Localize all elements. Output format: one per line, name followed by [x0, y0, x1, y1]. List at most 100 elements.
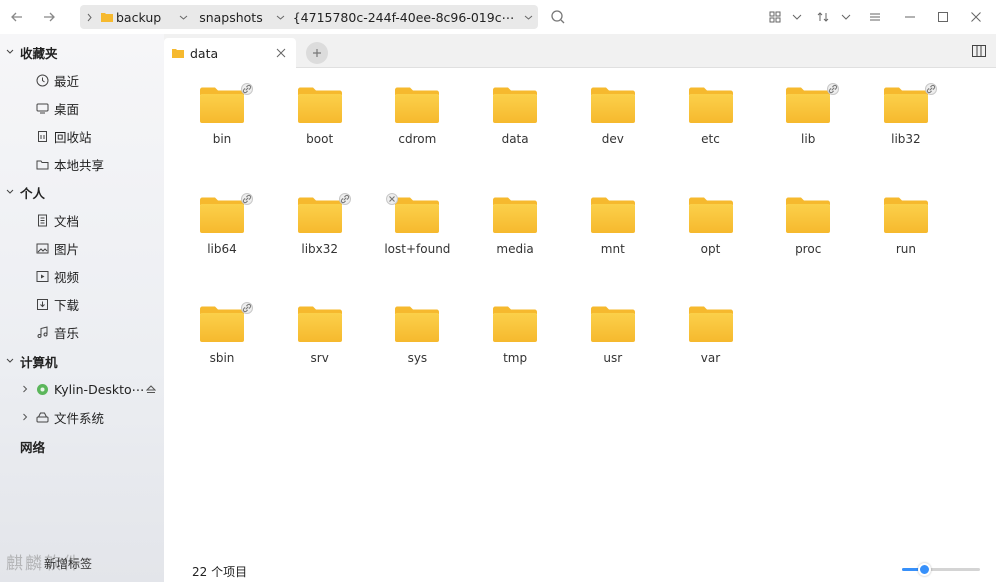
- arrow-right-icon[interactable]: [34, 2, 64, 32]
- chevron-down-icon[interactable]: [789, 9, 805, 25]
- file-item-folder[interactable]: data: [475, 68, 555, 148]
- file-name: tmp: [503, 351, 528, 365]
- chevron-right-icon[interactable]: [80, 13, 98, 22]
- file-name: sys: [407, 351, 428, 365]
- folder-icon: [688, 305, 734, 343]
- folder-icon: [199, 302, 253, 343]
- file-item-folder[interactable]: lib: [768, 68, 848, 148]
- sidebar-item-label: 文档: [54, 213, 80, 229]
- file-name: data: [501, 132, 529, 146]
- chevron-right-icon[interactable]: [21, 385, 29, 393]
- sidebar-item-recent[interactable]: 最近: [0, 67, 164, 93]
- file-item-folder[interactable]: sys: [377, 287, 457, 367]
- folder-icon: [688, 196, 734, 234]
- sidebar-group-favorites[interactable]: 收藏夹: [0, 39, 164, 65]
- tab-title: data: [190, 45, 219, 61]
- sidebar-item-kylin-desktop[interactable]: Kylin-Deskto⋯: [0, 376, 164, 402]
- breadcrumb-item-snapshots[interactable]: snapshots: [196, 10, 266, 25]
- file-item-folder[interactable]: boot: [280, 68, 360, 148]
- file-item-folder[interactable]: lib64: [182, 178, 262, 258]
- file-item-folder[interactable]: libx32: [280, 178, 360, 258]
- minimize-icon[interactable]: [902, 9, 918, 25]
- chevron-down-icon: [6, 189, 14, 194]
- breadcrumb-item-data[interactable]: data: [537, 10, 538, 25]
- sort-icon[interactable]: [815, 9, 831, 25]
- file-item-folder[interactable]: var: [671, 287, 751, 367]
- file-item-folder[interactable]: etc: [671, 68, 751, 148]
- menu-icon[interactable]: [867, 9, 883, 25]
- sidebar-group-network[interactable]: 网络: [0, 433, 164, 459]
- link-icon: [338, 192, 351, 205]
- sidebar-item-desktop[interactable]: 桌面: [0, 95, 164, 121]
- file-name: var: [700, 351, 721, 365]
- folder-icon: [297, 192, 351, 234]
- sidebar-item-videos[interactable]: 视频: [0, 263, 164, 289]
- file-item-folder[interactable]: run: [866, 178, 946, 258]
- sidebar-item-label: 视频: [54, 269, 80, 285]
- folder-icon: [785, 196, 831, 234]
- breadcrumb-label: {4715780c-244f-40ee-8c96-019c⋯: [292, 9, 515, 25]
- file-item-folder[interactable]: srv: [280, 287, 360, 367]
- file-item-folder[interactable]: lib32: [866, 68, 946, 148]
- file-item-folder[interactable]: media: [475, 178, 555, 258]
- file-item-folder[interactable]: sbin: [182, 287, 262, 367]
- link-icon: [241, 83, 253, 95]
- sidebar-item-pictures[interactable]: 图片: [0, 235, 164, 261]
- new-label-button[interactable]: 新增标签: [44, 555, 92, 572]
- close-icon[interactable]: [968, 9, 984, 25]
- sidebar-item-local-share[interactable]: 本地共享: [0, 151, 164, 177]
- breadcrumb-label: backup: [116, 9, 162, 25]
- zoom-slider-handle[interactable]: [917, 563, 931, 576]
- link-icon: [924, 83, 937, 95]
- sidebar-item-filesystem[interactable]: 文件系统: [0, 404, 164, 430]
- arrow-left-icon[interactable]: [2, 2, 32, 32]
- sidebar-item-trash[interactable]: 回收站: [0, 123, 164, 149]
- file-name: opt: [700, 241, 721, 256]
- chevron-down-icon[interactable]: [272, 13, 290, 22]
- folder-icon: [492, 86, 538, 124]
- sidebar-item-label: 文件系统: [54, 410, 105, 426]
- chevron-down-icon[interactable]: [519, 13, 537, 22]
- breadcrumb-item-backup[interactable]: backup: [98, 10, 164, 25]
- file-name: dev: [601, 132, 624, 146]
- chevron-down-icon[interactable]: [838, 9, 854, 25]
- side-panel-icon[interactable]: [972, 45, 986, 57]
- file-item-folder[interactable]: cdrom: [377, 68, 457, 148]
- sidebar-item-documents[interactable]: 文档: [0, 207, 164, 233]
- zoom-slider[interactable]: [902, 563, 980, 576]
- plus-icon: [313, 49, 321, 57]
- sidebar-group-personal[interactable]: 个人: [0, 179, 164, 205]
- tab-data[interactable]: data: [164, 38, 296, 68]
- file-item-folder[interactable]: opt: [671, 178, 751, 258]
- file-item-folder[interactable]: usr: [573, 287, 653, 367]
- chevron-down-icon[interactable]: [174, 13, 192, 22]
- sidebar-item-label: 图片: [54, 241, 80, 257]
- breadcrumb-label: snapshots: [199, 9, 263, 25]
- file-item-folder[interactable]: dev: [573, 68, 653, 148]
- search-icon[interactable]: [548, 7, 568, 27]
- file-grid: bin boot cdrom data dev etc lib lib32 lib64 libx3…: [164, 68, 996, 562]
- chevron-right-icon[interactable]: [21, 413, 29, 421]
- sidebar-item-music[interactable]: 音乐: [0, 319, 164, 345]
- file-item-folder[interactable]: proc: [768, 178, 848, 258]
- sidebar-item-downloads[interactable]: 下载: [0, 291, 164, 317]
- disk-icon: [35, 382, 49, 396]
- tab-strip: data: [164, 34, 996, 68]
- drive-icon: [35, 410, 49, 424]
- close-icon[interactable]: [276, 48, 286, 58]
- breadcrumb-item-snapshot-id[interactable]: {4715780c-244f-40ee-8c96-019c⋯: [290, 10, 517, 25]
- sidebar: 收藏夹 最近 桌面 回收站 本地共享 个人 文档 图片 视频 下载 音乐 计算机…: [0, 34, 164, 582]
- eject-icon[interactable]: [146, 384, 156, 394]
- grid-view-icon[interactable]: [767, 9, 783, 25]
- folder-icon: [101, 13, 113, 22]
- file-item-folder[interactable]: tmp: [475, 287, 555, 367]
- sidebar-group-computer[interactable]: 计算机: [0, 348, 164, 374]
- file-item-folder[interactable]: bin: [182, 68, 262, 148]
- sidebar-item-label: 桌面: [54, 101, 80, 117]
- status-bar: 22 个项目: [164, 558, 996, 582]
- new-tab-button[interactable]: [306, 42, 328, 64]
- file-item-folder[interactable]: mnt: [573, 178, 653, 258]
- maximize-icon[interactable]: [935, 9, 951, 25]
- file-item-folder[interactable]: lost+found: [377, 178, 457, 258]
- desktop-icon: [35, 101, 49, 115]
